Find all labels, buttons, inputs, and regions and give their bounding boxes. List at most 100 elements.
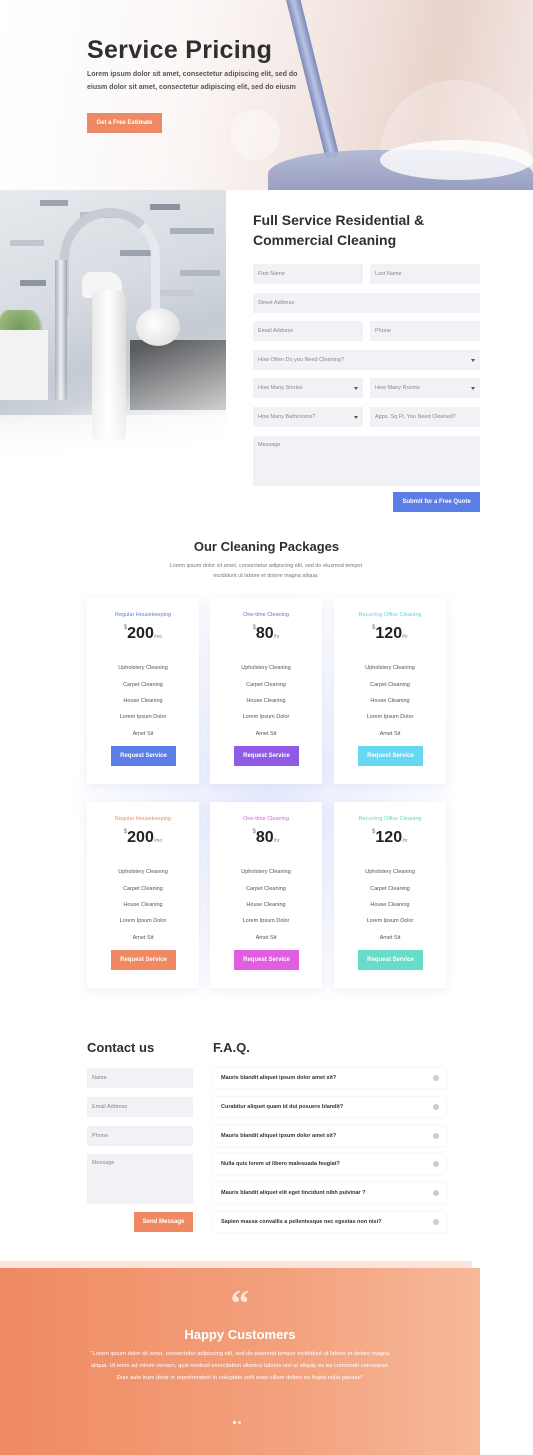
packages-title: Our Cleaning Packages — [193, 539, 340, 554]
contact-message-textarea[interactable]: Message — [87, 1154, 193, 1204]
frequency-select-label: How Often Do you Need Cleaning? — [258, 357, 344, 363]
plan-feature: Lorem Ipsum Dolor — [366, 918, 414, 924]
expand-icon — [433, 1161, 439, 1167]
faq-title: F.A.Q. — [213, 1040, 250, 1055]
expand-icon — [433, 1075, 439, 1081]
hero-bokeh — [230, 110, 280, 160]
rooms-select-label: How Many Rooms — [375, 385, 420, 391]
faq-question: Mauris blandit aliquet ipsum dolor amet … — [221, 1075, 337, 1081]
page-title: Service Pricing — [87, 36, 273, 64]
stories-select-label: How Many Stories — [258, 385, 303, 391]
plan-feature: House Cleaning — [370, 902, 410, 908]
contact-title: Contact us — [87, 1040, 155, 1055]
page: Service Pricing Lorem ipsum dolor sit am… — [0, 0, 533, 1455]
street-address-field[interactable]: Street Address — [253, 293, 480, 313]
plan-name: Recurring Office Cleaning — [358, 612, 422, 618]
stories-select[interactable]: How Many Stories — [253, 378, 363, 398]
plan-feature: Lorem Ipsum Dolor — [119, 918, 167, 924]
hero-description: Lorem ipsum dolor sit amet, consectetur … — [87, 71, 298, 91]
phone-field[interactable]: Phone — [370, 321, 480, 341]
plan-feature: Carpet Cleaning — [246, 682, 286, 688]
plan-feature: Lorem Ipsum Dolor — [242, 918, 290, 924]
frequency-select[interactable]: How Often Do you Need Cleaning? — [253, 350, 480, 370]
plan-feature: Lorem Ipsum Dolor — [119, 714, 167, 720]
plan-feature: Amet Sit — [255, 731, 277, 737]
slider-dot[interactable] — [238, 1421, 241, 1424]
rooms-select[interactable]: How Many Rooms — [370, 378, 480, 398]
testimonial-text: "Lorem ipsum dolor sit amet, consectetur… — [90, 1351, 390, 1381]
pricing-card: Regular Housekeeping $200/mo Upholstery Cl… — [87, 598, 199, 784]
plan-price: $120/hr — [334, 625, 446, 643]
faq-item[interactable]: Curabitur aliquet quam id dui posuere bl… — [213, 1097, 446, 1117]
faq-question: Nulla quis lorem ut libero malesuada feu… — [221, 1161, 340, 1167]
message-textarea[interactable]: Message — [253, 436, 480, 486]
expand-icon — [433, 1219, 439, 1225]
pricing-card: One-time Cleaning $80/hr Upholstery Cleani… — [210, 802, 322, 988]
last-name-field[interactable]: Last Name — [370, 264, 480, 284]
request-service-button[interactable]: Request Service — [358, 950, 423, 970]
faq-item[interactable]: Mauris blandit aliquet elit eget tincidu… — [213, 1183, 446, 1203]
bathrooms-select-label: How Many Bathrooms? — [258, 414, 316, 420]
faq-item[interactable]: Mauris blandit aliquet ipsum dolor amet … — [213, 1068, 446, 1088]
price-amount: 80 — [255, 829, 274, 846]
plan-feature: Upholstery Cleaning — [241, 869, 291, 875]
chevron-down-icon — [354, 387, 358, 390]
contact-name-field[interactable]: Name — [87, 1068, 193, 1088]
plan-price: $80/hr — [210, 829, 322, 847]
plan-feature: House Cleaning — [370, 698, 410, 704]
email-field[interactable]: Email Address — [253, 321, 363, 341]
slider-dot[interactable] — [233, 1421, 236, 1424]
plan-name: One-time Cleaning — [243, 612, 289, 618]
plan-feature: House Cleaning — [123, 698, 163, 704]
first-name-field[interactable]: First Name — [253, 264, 363, 284]
packages-description: Lorem ipsum dolor sit amet, consectetur … — [169, 563, 363, 579]
plan-feature: Amet Sit — [255, 935, 277, 941]
plan-feature: Upholstery Cleaning — [118, 869, 168, 875]
request-service-button[interactable]: Request Service — [234, 950, 299, 970]
plan-feature: Lorem Ipsum Dolor — [366, 714, 414, 720]
request-service-button[interactable]: Request Service — [234, 746, 299, 766]
faq-item[interactable]: Mauris blandit aliquet ipsum dolor amet … — [213, 1126, 446, 1146]
price-period: /hr — [273, 634, 280, 640]
plan-price: $120/hr — [334, 829, 446, 847]
plan-feature: Carpet Cleaning — [246, 886, 286, 892]
plan-feature: House Cleaning — [123, 902, 163, 908]
submit-quote-button[interactable]: Submit for a Free Quote — [393, 492, 480, 512]
expand-icon — [433, 1104, 439, 1110]
plan-feature: Upholstery Cleaning — [365, 665, 415, 671]
chevron-down-icon — [471, 359, 475, 362]
hero-foam-image — [380, 140, 533, 180]
plan-feature: House Cleaning — [246, 902, 286, 908]
pricing-card: Recurring Office Cleaning $120/hr Upholste… — [334, 802, 446, 988]
contact-email-field[interactable]: Email Address — [87, 1097, 193, 1117]
price-period: /hr — [402, 634, 408, 640]
hero-bokeh — [30, 150, 66, 186]
plan-name: One-time Cleaning — [243, 816, 289, 822]
contact-phone-field[interactable]: Phone — [87, 1126, 193, 1146]
pricing-card: One-time Cleaning $80/hr Upholstery Cleani… — [210, 598, 322, 784]
plan-feature: Carpet Cleaning — [370, 886, 410, 892]
chevron-down-icon — [354, 416, 358, 419]
price-amount: 80 — [255, 625, 274, 642]
price-period: /mo — [153, 634, 163, 640]
send-message-button[interactable]: Send Message — [134, 1212, 193, 1232]
price-amount: 120 — [375, 829, 403, 846]
faq-item[interactable]: Nulla quis lorem ut libero malesuada feu… — [213, 1154, 446, 1174]
request-service-button[interactable]: Request Service — [358, 746, 423, 766]
get-estimate-button[interactable]: Get a Free Estimate — [87, 113, 162, 133]
plan-price: $80/hr — [210, 625, 322, 643]
expand-icon — [433, 1133, 439, 1139]
plan-feature: Carpet Cleaning — [123, 682, 163, 688]
faq-item[interactable]: Sapien massa convallis a pellentesque ne… — [213, 1212, 446, 1232]
sqft-field[interactable]: Appx. Sq Ft. You Need Cleaned? — [370, 407, 480, 427]
price-period: /mo — [153, 838, 163, 844]
quote-form-title: Full Service Residential & Commercial Cl… — [253, 212, 425, 248]
bathrooms-select[interactable]: How Many Bathrooms? — [253, 407, 363, 427]
faq-question: Mauris blandit aliquet ipsum dolor amet … — [221, 1133, 337, 1139]
sink-photo — [0, 190, 226, 455]
plan-feature: Upholstery Cleaning — [241, 665, 291, 671]
request-service-button[interactable]: Request Service — [111, 950, 176, 970]
price-amount: 200 — [127, 625, 154, 642]
request-service-button[interactable]: Request Service — [111, 746, 176, 766]
faq-question: Sapien massa convallis a pellentesque ne… — [221, 1219, 382, 1225]
